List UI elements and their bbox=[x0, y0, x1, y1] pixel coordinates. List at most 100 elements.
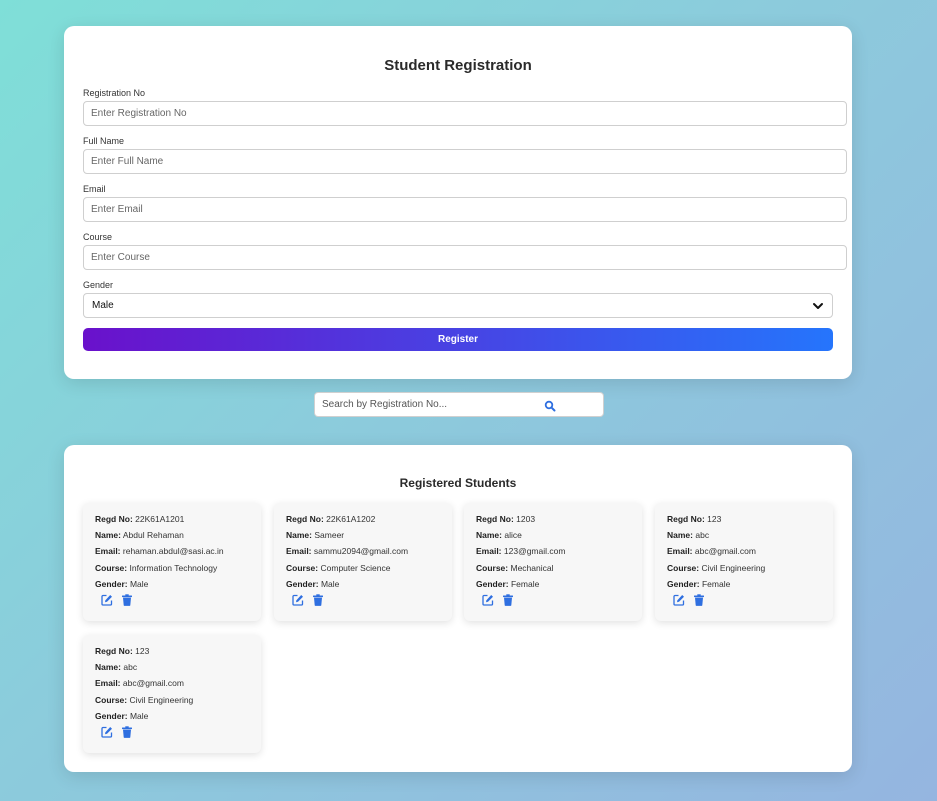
regd-value: 1203 bbox=[516, 514, 536, 524]
email-line: Email: abc@gmail.com bbox=[95, 677, 249, 693]
gender-value: Male bbox=[129, 710, 149, 721]
email-value: abc@gmail.com bbox=[122, 678, 184, 689]
gender-line: Gender: Male bbox=[286, 578, 440, 594]
gender-line: Gender: Female bbox=[667, 578, 821, 594]
course-value: Mechanical bbox=[510, 562, 554, 573]
regd-line: Regd No: 1203 bbox=[476, 513, 630, 529]
email-value: rehaman.abdul@sasi.ac.in bbox=[122, 546, 224, 557]
gender-select[interactable]: Male bbox=[83, 293, 833, 318]
regd-label: Regd No: bbox=[286, 514, 324, 524]
full-name-input[interactable] bbox=[83, 149, 847, 174]
name-value: Sameer bbox=[314, 530, 345, 541]
registration-form-card: Student Registration Registration No Ful… bbox=[64, 26, 852, 379]
search-icon[interactable] bbox=[544, 400, 556, 412]
registration-no-label: Registration No bbox=[83, 88, 146, 98]
card-actions bbox=[95, 594, 249, 606]
student-card: Regd No: 123 Name: abc Email: abc@gmail.… bbox=[83, 635, 261, 753]
course-value: Computer Science bbox=[320, 562, 391, 573]
edit-icon[interactable] bbox=[292, 594, 304, 606]
course-line: Course: Information Technology bbox=[95, 562, 249, 578]
course-label: Course: bbox=[95, 562, 128, 573]
course-line: Course: Computer Science bbox=[286, 562, 440, 578]
name-line: Name: abc bbox=[95, 661, 249, 677]
trash-icon[interactable] bbox=[121, 594, 133, 606]
email-line: Email: abc@gmail.com bbox=[667, 545, 821, 561]
email-line: Email: rehaman.abdul@sasi.ac.in bbox=[95, 545, 249, 561]
name-line: Name: abc bbox=[667, 529, 821, 545]
form-title: Student Registration bbox=[384, 57, 532, 74]
regd-line: Regd No: 123 bbox=[95, 645, 249, 661]
regd-value: 22K61A1202 bbox=[326, 514, 376, 524]
gender-label: Gender bbox=[83, 280, 114, 290]
gender-line: Gender: Male bbox=[95, 710, 249, 726]
email-value: sammu2094@gmail.com bbox=[313, 546, 409, 557]
email-label: Email: bbox=[95, 546, 121, 557]
registered-students-card: Registered Students Regd No: 22K61A1201 … bbox=[64, 445, 852, 772]
regd-value: 123 bbox=[135, 646, 150, 656]
chevron-down-icon bbox=[813, 302, 823, 309]
regd-line: Regd No: 22K61A1202 bbox=[286, 513, 440, 529]
edit-icon[interactable] bbox=[101, 726, 113, 738]
name-label: Name: bbox=[667, 530, 693, 541]
registration-no-input[interactable] bbox=[83, 101, 847, 126]
regd-line: Regd No: 123 bbox=[667, 513, 821, 529]
name-value: abc bbox=[695, 530, 710, 541]
course-line: Course: Civil Engineering bbox=[95, 694, 249, 710]
gender-selected-value: Male bbox=[92, 300, 114, 311]
edit-icon[interactable] bbox=[673, 594, 685, 606]
student-card: Regd No: 1203 Name: alice Email: 123@gma… bbox=[464, 503, 642, 621]
gender-label: Gender: bbox=[286, 578, 319, 589]
student-card: Regd No: 123 Name: abc Email: abc@gmail.… bbox=[655, 503, 833, 621]
name-line: Name: Abdul Rehaman bbox=[95, 529, 249, 545]
course-label: Course: bbox=[476, 562, 509, 573]
trash-icon[interactable] bbox=[121, 726, 133, 738]
name-label: Name: bbox=[95, 530, 121, 541]
trash-icon[interactable] bbox=[502, 594, 514, 606]
search-input[interactable] bbox=[315, 393, 530, 416]
email-input[interactable] bbox=[83, 197, 847, 222]
regd-line: Regd No: 22K61A1201 bbox=[95, 513, 249, 529]
trash-icon[interactable] bbox=[312, 594, 324, 606]
trash-icon[interactable] bbox=[693, 594, 705, 606]
regd-label: Regd No: bbox=[667, 514, 705, 524]
gender-label: Gender: bbox=[95, 710, 128, 721]
course-value: Civil Engineering bbox=[701, 562, 766, 573]
full-name-label: Full Name bbox=[83, 136, 125, 146]
course-input[interactable] bbox=[83, 245, 847, 270]
name-line: Name: alice bbox=[476, 529, 630, 545]
gender-value: Male bbox=[129, 578, 149, 589]
email-label: Email bbox=[83, 184, 106, 194]
course-value: Civil Engineering bbox=[129, 694, 194, 705]
regd-label: Regd No: bbox=[95, 514, 133, 524]
name-value: alice bbox=[504, 530, 522, 541]
gender-value: Male bbox=[320, 578, 340, 589]
email-line: Email: sammu2094@gmail.com bbox=[286, 545, 440, 561]
email-value: abc@gmail.com bbox=[694, 546, 756, 557]
regd-value: 22K61A1201 bbox=[135, 514, 185, 524]
course-line: Course: Mechanical bbox=[476, 562, 630, 578]
card-actions bbox=[667, 594, 821, 606]
gender-line: Gender: Male bbox=[95, 578, 249, 594]
regd-label: Regd No: bbox=[95, 646, 133, 656]
course-label: Course bbox=[83, 232, 113, 242]
email-label: Email: bbox=[286, 546, 312, 557]
email-label: Email: bbox=[667, 546, 693, 557]
name-line: Name: Sameer bbox=[286, 529, 440, 545]
email-label: Email: bbox=[95, 678, 121, 689]
card-actions bbox=[476, 594, 630, 606]
register-button[interactable]: Register bbox=[83, 328, 833, 351]
course-label: Course: bbox=[667, 562, 700, 573]
list-title: Registered Students bbox=[399, 476, 517, 490]
regd-value: 123 bbox=[707, 514, 722, 524]
edit-icon[interactable] bbox=[101, 594, 113, 606]
course-label: Course: bbox=[95, 694, 128, 705]
email-line: Email: 123@gmail.com bbox=[476, 545, 630, 561]
edit-icon[interactable] bbox=[482, 594, 494, 606]
name-value: abc bbox=[123, 662, 138, 673]
name-label: Name: bbox=[95, 662, 121, 673]
course-value: Information Technology bbox=[129, 562, 218, 573]
email-label: Email: bbox=[476, 546, 502, 557]
card-actions bbox=[95, 726, 249, 738]
gender-label: Gender: bbox=[667, 578, 700, 589]
course-label: Course: bbox=[286, 562, 319, 573]
